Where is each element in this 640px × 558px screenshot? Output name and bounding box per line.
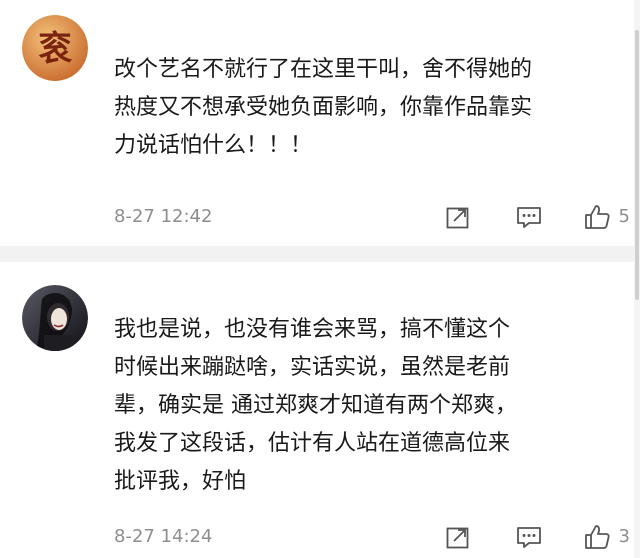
avatar-glyph: 衮 [38, 29, 73, 69]
like-count: 3 [618, 526, 630, 547]
comment-line: 辈，确实是 通过郑爽才知道有两个郑爽， [114, 393, 517, 418]
comment-icon[interactable] [515, 524, 543, 550]
comment-text: 改个艺名不就行了在这里干叫，舍不得她的 热度又不想承受她负面影响，你靠作品靠实 … [114, 51, 624, 165]
thumbs-up-icon [584, 525, 610, 549]
share-icon[interactable] [445, 204, 471, 230]
comment-actions: 5 [445, 202, 630, 232]
comment-line: 时候出来蹦跶啥，实话实说，虽然是老前 [114, 355, 511, 380]
username[interactable] [114, 6, 244, 28]
comment-text: 我也是说，也没有谁会来骂，搞不懂这个 时候出来蹦跶啥，实话实说，虽然是老前 辈，… [114, 311, 624, 501]
avatar[interactable] [22, 285, 88, 351]
comment-line: 我也是说，也没有谁会来骂，搞不懂这个 [114, 317, 511, 342]
comment-meta: 8-27 12:42 5 [114, 202, 630, 232]
comment-line: 力说话怕什么！！！ [114, 133, 313, 158]
comment-item: 我也是说，也没有谁会来骂，搞不懂这个 时候出来蹦跶啥，实话实说，虽然是老前 辈，… [0, 262, 640, 558]
scrollbar-thumb[interactable] [635, 30, 639, 300]
scrollbar[interactable] [634, 0, 640, 558]
timestamp: 8-27 14:24 [114, 526, 213, 547]
comment-divider [0, 246, 640, 262]
comment-line: 热度又不想承受她负面影响，你靠作品靠实 [114, 95, 533, 120]
comment-line: 改个艺名不就行了在这里干叫，舍不得她的 [114, 57, 533, 82]
like-button[interactable]: 3 [583, 522, 630, 552]
comment-line: 我发了这段话，估计有人站在道德高位来 [114, 431, 511, 456]
like-count: 5 [618, 206, 630, 227]
username[interactable] [114, 280, 339, 302]
like-button[interactable]: 5 [583, 202, 630, 232]
share-icon[interactable] [445, 524, 471, 550]
timestamp: 8-27 12:42 [114, 206, 213, 227]
avatar[interactable]: 衮 [22, 15, 88, 81]
comment-meta: 8-27 14:24 3 [114, 522, 630, 552]
comment-actions: 3 [445, 522, 630, 552]
comment-item: 衮 改个艺名不就行了在这里干叫，舍不得她的 热度又不想承受她负面影响，你靠作品靠… [0, 0, 640, 246]
comment-line: 批评我，好怕 [114, 469, 247, 494]
comment-icon[interactable] [515, 204, 543, 230]
thumbs-up-icon [584, 205, 610, 229]
